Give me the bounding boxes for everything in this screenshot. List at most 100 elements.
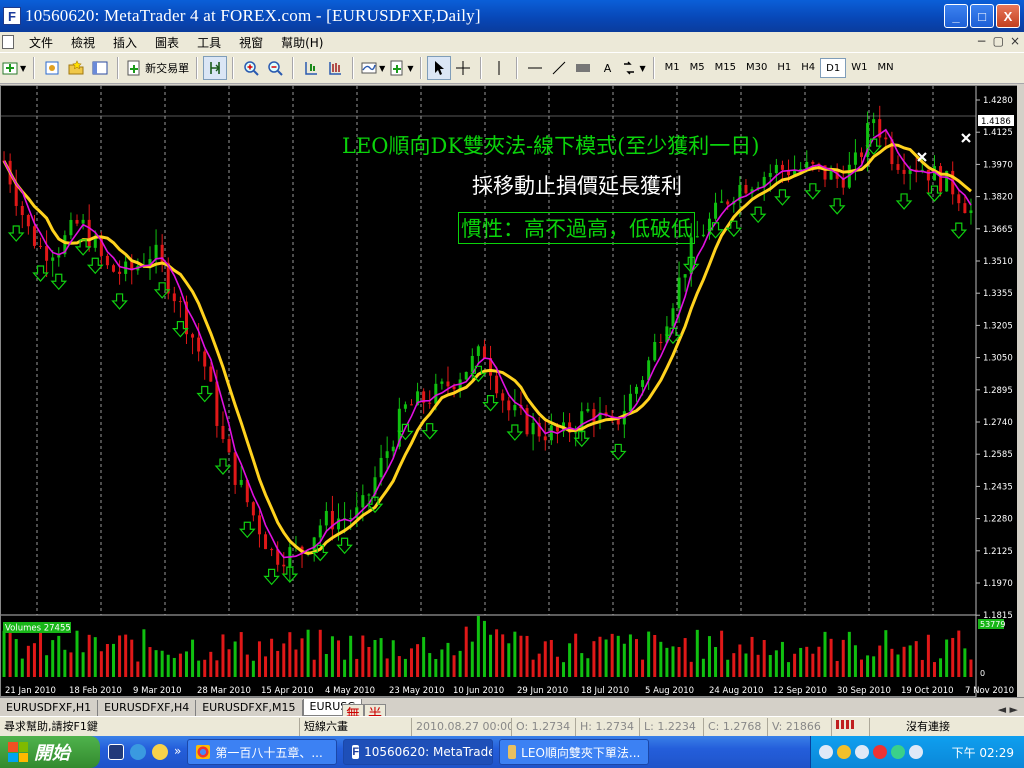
period-m5-button[interactable]: M5 xyxy=(685,58,710,78)
volume-bar xyxy=(124,634,128,677)
vertical-line-tool-button[interactable] xyxy=(487,56,511,80)
show-desktop-icon[interactable] xyxy=(108,744,124,760)
period-m30-button[interactable]: M30 xyxy=(741,58,772,78)
tray-icon-update[interactable] xyxy=(891,745,905,759)
menu-insert[interactable]: 插入 xyxy=(104,34,146,51)
task-metatrader[interactable]: F 10560620: MetaTrade... xyxy=(343,739,494,765)
periods-button[interactable]: ▼ xyxy=(387,56,415,80)
mdi-restore-button[interactable]: ▢ xyxy=(993,34,1004,48)
volume-bar xyxy=(610,633,614,677)
tray-icon-network[interactable] xyxy=(855,745,869,759)
rectangle-tool-button[interactable] xyxy=(571,56,595,80)
volume-bar xyxy=(969,659,973,677)
candle-body xyxy=(172,293,176,302)
down-arrow-icon xyxy=(482,395,499,412)
dropdown-arrow-icon[interactable]: ▼ xyxy=(407,64,413,73)
tray-icon-display[interactable] xyxy=(909,745,923,759)
tray-icon-security[interactable] xyxy=(837,745,851,759)
menu-window[interactable]: 視窗 xyxy=(230,34,272,51)
tab-eurusd-m15[interactable]: EURUSDFXF,M15 xyxy=(196,700,303,716)
period-h1-button[interactable]: H1 xyxy=(772,58,796,78)
task-chrome[interactable]: 第一百八十五章、... xyxy=(187,739,338,765)
volume-bar xyxy=(555,656,559,677)
chart-shift-button[interactable] xyxy=(299,56,323,80)
zoom-out-button[interactable] xyxy=(263,56,287,80)
tray-icon-volume[interactable] xyxy=(819,745,833,759)
volume-bar xyxy=(93,637,97,677)
indicators-button[interactable]: ▼ xyxy=(359,56,387,80)
minimize-button[interactable]: _ xyxy=(944,4,968,28)
candle-body xyxy=(391,446,395,452)
volume-bar xyxy=(112,643,116,677)
candle-body xyxy=(379,457,383,478)
volume-bar xyxy=(549,639,553,677)
menu-help[interactable]: 幫助(H) xyxy=(272,34,332,51)
horizontal-line-tool-button[interactable] xyxy=(523,56,547,80)
title-bar[interactable]: F 10560620: MetaTrader 4 at FOREX.com - … xyxy=(0,0,1024,32)
messenger-icon[interactable] xyxy=(152,744,168,760)
market-watch-button[interactable] xyxy=(64,56,88,80)
menu-tools[interactable]: 工具 xyxy=(188,34,230,51)
tray-icon-antivirus[interactable] xyxy=(873,745,887,759)
tab-eurusd-h1[interactable]: EURUSDFXF,H1 xyxy=(0,700,99,716)
volume-bar xyxy=(945,639,949,677)
cursor-tool-button[interactable] xyxy=(427,56,452,80)
mdi-close-button[interactable]: × xyxy=(1010,34,1020,48)
profiles-button[interactable] xyxy=(40,56,64,80)
volume-bar xyxy=(330,636,334,677)
new-order-button[interactable]: 新交易單 xyxy=(124,56,191,80)
volume-bar xyxy=(87,634,91,677)
volume-bar xyxy=(51,640,55,677)
volume-bar xyxy=(513,631,517,677)
menu-view[interactable]: 檢視 xyxy=(62,34,104,51)
navigator-button[interactable] xyxy=(88,56,112,80)
dropdown-arrow-icon[interactable]: ▼ xyxy=(20,64,26,73)
window-icon xyxy=(92,61,108,75)
volume-bar xyxy=(665,647,669,677)
task-chrome-label: 第一百八十五章、... xyxy=(215,745,323,760)
period-w1-button[interactable]: W1 xyxy=(846,58,872,78)
chart-autoscroll-button[interactable] xyxy=(323,56,347,80)
document-icon[interactable] xyxy=(2,35,14,49)
mdi-minimize-button[interactable]: − xyxy=(977,34,987,48)
dropdown-arrow-icon[interactable]: ▼ xyxy=(379,64,385,73)
period-d1-button[interactable]: D1 xyxy=(820,58,847,78)
period-m15-button[interactable]: M15 xyxy=(710,58,741,78)
period-mn-button[interactable]: MN xyxy=(872,58,898,78)
candle-body xyxy=(543,436,547,441)
close-button[interactable]: X xyxy=(996,4,1020,28)
time-tick-label: 24 Aug 2010 xyxy=(709,686,763,696)
menu-charts[interactable]: 圖表 xyxy=(146,34,188,51)
text-tool-button[interactable]: A xyxy=(595,56,619,80)
time-tick-label: 5 Aug 2010 xyxy=(645,686,694,696)
tab-scroll-arrows[interactable]: ◄ ► xyxy=(992,703,1024,716)
volume-bar xyxy=(641,659,645,677)
candle-body xyxy=(859,152,863,157)
browser-icon[interactable] xyxy=(130,744,146,760)
task-document[interactable]: LEO順向雙夾下單法... xyxy=(499,739,650,765)
start-button[interactable]: 開始 xyxy=(0,736,100,768)
quick-launch-more-icon[interactable]: » xyxy=(174,744,181,760)
candle-body xyxy=(118,271,122,274)
crosshair-tool-button[interactable] xyxy=(451,56,475,80)
period-h4-button[interactable]: H4 xyxy=(796,58,820,78)
volume-bar xyxy=(677,647,681,677)
down-arrow-icon xyxy=(238,521,256,539)
menu-file[interactable]: 文件 xyxy=(20,34,62,51)
trendline-tool-button[interactable] xyxy=(547,56,571,80)
volume-bar xyxy=(312,659,316,677)
autoscroll-button[interactable] xyxy=(203,56,228,80)
metatrader-app-icon[interactable]: F xyxy=(3,7,21,25)
period-m1-button[interactable]: M1 xyxy=(660,58,685,78)
volume-bar xyxy=(32,643,36,677)
candle-body xyxy=(653,342,657,361)
zoom-in-button[interactable] xyxy=(239,56,263,80)
dropdown-arrow-icon[interactable]: ▼ xyxy=(639,64,645,73)
time-tick-label: 18 Jul 2010 xyxy=(581,686,629,696)
volume-bar xyxy=(574,633,578,677)
maximize-button[interactable]: □ xyxy=(970,4,994,28)
bars-chart-icon xyxy=(329,62,342,75)
tab-eurusd-h4[interactable]: EURUSDFXF,H4 xyxy=(98,700,197,716)
new-chart-button[interactable]: ▼ xyxy=(0,56,28,80)
arrows-tool-button[interactable]: ▼ xyxy=(619,56,647,80)
